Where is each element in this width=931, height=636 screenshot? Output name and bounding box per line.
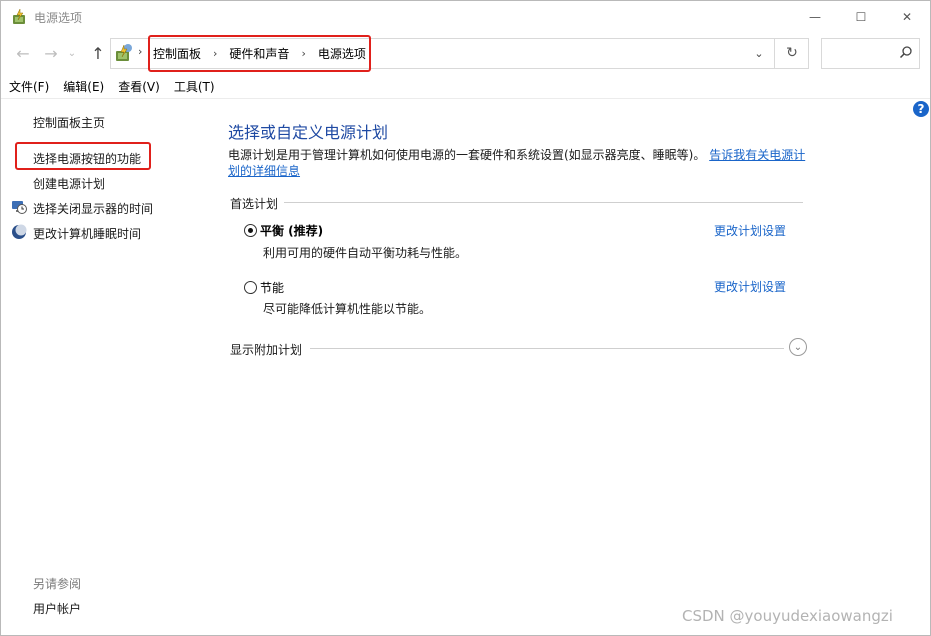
divider bbox=[1, 98, 930, 99]
sleep-time-link[interactable]: 更改计算机睡眠时间 bbox=[33, 225, 141, 242]
plan-power-saver-name[interactable]: 节能 bbox=[260, 279, 284, 296]
plan-balanced-name[interactable]: 平衡 (推荐) bbox=[260, 222, 323, 239]
radio-selected-dot bbox=[248, 228, 253, 233]
change-plan-settings-power-saver[interactable]: 更改计划设置 bbox=[714, 278, 786, 295]
menu-view[interactable]: 查看(V) bbox=[110, 77, 166, 97]
control-panel-home-link[interactable]: 控制面板主页 bbox=[33, 114, 105, 131]
title-bar: 电源选项 — ☐ ✕ bbox=[1, 1, 930, 33]
power-options-icon bbox=[13, 8, 25, 24]
page-description: 电源计划是用于管理计算机如何使用电源的一套硬件和系统设置(如显示器亮度、睡眠等)… bbox=[228, 147, 813, 179]
refresh-icon: ↻ bbox=[786, 45, 798, 61]
divider bbox=[310, 348, 784, 349]
refresh-button[interactable]: ↻ bbox=[782, 43, 802, 63]
menu-edit[interactable]: 编辑(E) bbox=[55, 77, 110, 97]
see-also-label: 另请参阅 bbox=[33, 577, 82, 591]
window: 电源选项 — ☐ ✕ ← → ⌄ ↑ › 控制面板 › 硬件和声音 › 电源选项… bbox=[0, 0, 931, 636]
address-divider bbox=[774, 39, 775, 68]
divider bbox=[230, 202, 803, 203]
help-icon[interactable]: ? bbox=[913, 101, 929, 117]
plan-power-saver-radio[interactable] bbox=[244, 281, 257, 294]
sleep-icon bbox=[12, 224, 27, 239]
annotation-highlight-power-button bbox=[15, 142, 151, 170]
plan-balanced-desc: 利用可用的硬件自动平衡功耗与性能。 bbox=[263, 246, 468, 260]
up-button[interactable]: ↑ bbox=[88, 45, 108, 63]
breadcrumb-separator: › bbox=[138, 45, 143, 58]
watermark: CSDN @youyudexiaowangzi bbox=[682, 607, 893, 625]
control-panel-icon bbox=[116, 44, 132, 61]
up-arrow-icon: ↑ bbox=[91, 44, 105, 63]
plan-balanced-radio[interactable] bbox=[244, 224, 257, 237]
maximize-button[interactable]: ☐ bbox=[838, 1, 884, 33]
back-button[interactable]: ← bbox=[13, 45, 33, 63]
maximize-icon: ☐ bbox=[855, 10, 867, 24]
menu-file[interactable]: 文件(F) bbox=[1, 77, 55, 97]
back-arrow-icon: ← bbox=[16, 44, 30, 63]
chevron-down-icon: ⌄ bbox=[754, 46, 764, 60]
minimize-icon: — bbox=[809, 10, 821, 24]
search-input[interactable] bbox=[821, 38, 920, 69]
close-icon: ✕ bbox=[901, 10, 913, 24]
menu-tools[interactable]: 工具(T) bbox=[166, 77, 221, 97]
window-title: 电源选项 bbox=[34, 11, 83, 25]
display-off-time-link[interactable]: 选择关闭显示器的时间 bbox=[33, 200, 153, 217]
close-button[interactable]: ✕ bbox=[884, 1, 930, 33]
address-dropdown-button[interactable]: ⌄ bbox=[751, 44, 767, 62]
page-title: 选择或自定义电源计划 bbox=[228, 123, 389, 142]
user-accounts-link[interactable]: 用户帐户 bbox=[33, 600, 81, 617]
plan-power-saver-desc: 尽可能降低计算机性能以节能。 bbox=[263, 302, 432, 316]
show-additional-plans-label[interactable]: 显示附加计划 bbox=[230, 341, 302, 358]
annotation-highlight-address bbox=[148, 35, 371, 72]
display-clock-icon bbox=[12, 201, 27, 214]
forward-button[interactable]: → bbox=[41, 45, 61, 63]
forward-arrow-icon: → bbox=[44, 44, 58, 63]
minimize-button[interactable]: — bbox=[792, 1, 838, 33]
recent-locations-button[interactable]: ⌄ bbox=[65, 45, 79, 63]
description-text: 电源计划是用于管理计算机如何使用电源的一套硬件和系统设置(如显示器亮度、睡眠等)… bbox=[228, 148, 706, 162]
menu-bar: 文件(F) 编辑(E) 查看(V) 工具(T) bbox=[1, 77, 930, 97]
expand-chevron-icon[interactable]: ⌄ bbox=[789, 338, 807, 356]
create-power-plan-link[interactable]: 创建电源计划 bbox=[33, 175, 105, 192]
change-plan-settings-balanced[interactable]: 更改计划设置 bbox=[714, 222, 786, 239]
preferred-plans-label: 首选计划 bbox=[230, 195, 285, 212]
search-icon bbox=[899, 46, 912, 59]
chevron-down-icon: ⌄ bbox=[67, 48, 77, 59]
